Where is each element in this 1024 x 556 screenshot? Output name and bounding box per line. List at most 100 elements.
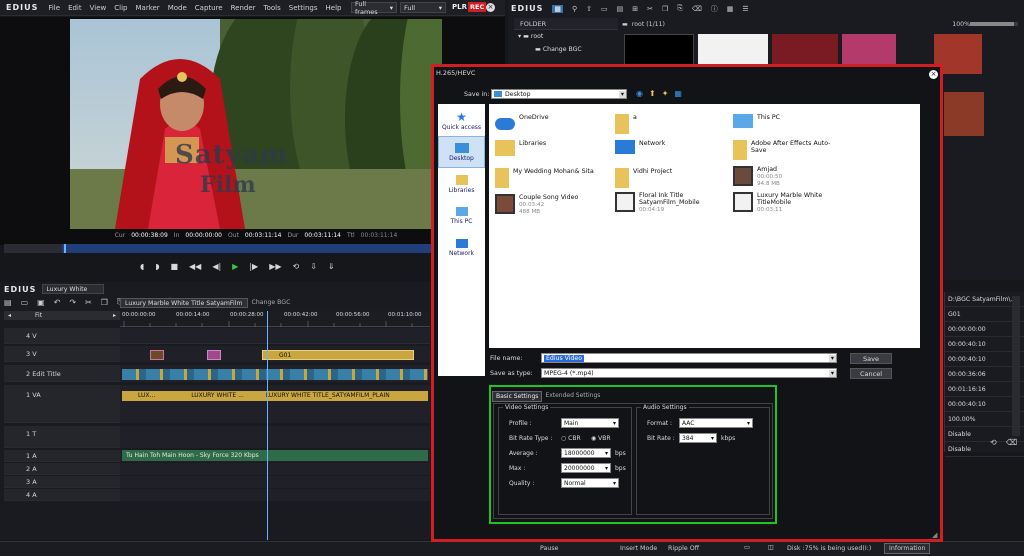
folder-change-bgc[interactable]: ▬ Change BGC <box>535 46 582 53</box>
scrubber-playhead[interactable] <box>64 244 66 253</box>
open-project-icon[interactable]: ▭ <box>21 298 29 307</box>
status-ripple[interactable]: Ripple Off <box>668 545 699 552</box>
new-folder-icon[interactable]: ▭ <box>601 5 608 13</box>
place-this-pc[interactable]: This PC <box>438 200 485 232</box>
quality-select[interactable]: Normal ▾ <box>561 478 619 488</box>
scrubber-bar[interactable] <box>4 244 432 253</box>
timeline-playhead[interactable] <box>267 311 268 540</box>
new-folder-icon[interactable]: ✦ <box>662 89 669 98</box>
file-after-effects[interactable]: Adobe After Effects Auto-Save <box>733 140 843 160</box>
tab-basic-settings[interactable]: Basic Settings <box>492 391 543 402</box>
properties-icon[interactable]: ⓘ <box>711 4 718 14</box>
paste-icon[interactable]: ⎘ <box>677 4 683 13</box>
file-amjad[interactable]: Amjad 00:00:50 94.8 MB <box>733 166 782 187</box>
zoom-select[interactable]: Full ▾ <box>400 2 446 13</box>
plr-label[interactable]: PLR <box>452 3 467 11</box>
folder-view-icon[interactable]: ▦ <box>552 4 563 13</box>
tab-sequence-2[interactable]: Change BGC <box>248 298 295 308</box>
file-floral-ink[interactable]: Floral Ink Title SatyamFilm_Mobile 00:04:… <box>615 192 725 213</box>
clip-audio[interactable]: Tu Hain Toh Main Hoon - Sky Force 320 Kb… <box>122 450 428 461</box>
place-desktop[interactable]: Desktop <box>438 136 485 168</box>
file-a[interactable]: a <box>615 114 637 134</box>
file-libraries[interactable]: Libraries <box>495 140 546 156</box>
delete-icon[interactable]: ⌫ <box>692 5 702 13</box>
place-libraries[interactable]: Libraries <box>438 168 485 200</box>
track-header-1a[interactable]: 1 A <box>4 450 120 462</box>
format-select[interactable]: AAC ▾ <box>679 418 753 428</box>
menu-render[interactable]: Render <box>231 4 256 12</box>
menu-view[interactable]: View <box>90 4 107 12</box>
overwrite-icon[interactable]: ⇓ <box>328 262 335 271</box>
menu-tools[interactable]: Tools <box>264 4 281 12</box>
track-header-1t[interactable]: 1 T <box>4 426 120 448</box>
stop-icon[interactable]: ■ <box>170 262 178 271</box>
cancel-button[interactable]: Cancel <box>850 368 892 379</box>
status-insert-mode[interactable]: Insert Mode <box>620 545 657 552</box>
file-luxury-marble[interactable]: Luxury Marble White TitleMobile 00:03:11 <box>733 192 843 213</box>
new-sequence-icon[interactable]: ▤ <box>4 298 12 307</box>
file-network[interactable]: Network <box>615 140 665 154</box>
information-button[interactable]: Information <box>884 543 931 554</box>
file-this-pc[interactable]: This PC <box>733 114 780 128</box>
clip-1va[interactable]: LUX... LUXURY WHITE ... LUXURY WHITE TIT… <box>122 391 428 401</box>
file-couple-song[interactable]: Couple Song Video 00:03:42 488 MB <box>495 194 578 215</box>
average-input[interactable]: 18000000 ▾ <box>561 448 611 458</box>
profile-select[interactable]: Main ▾ <box>561 418 619 428</box>
clip-title-strip[interactable] <box>122 369 428 380</box>
clip-3v-thumb[interactable] <box>150 350 164 360</box>
file-onedrive[interactable]: OneDrive <box>495 114 549 130</box>
list-view-icon[interactable]: ☰ <box>742 5 748 13</box>
insert-icon[interactable]: ⇩ <box>310 262 317 271</box>
clip-g01[interactable]: G01 <box>262 350 414 360</box>
clip-3v-thumb[interactable] <box>207 350 221 360</box>
track-header-4v[interactable]: 4 V <box>4 328 120 344</box>
menu-settings[interactable]: Settings <box>289 4 318 12</box>
max-input[interactable]: 20000000 ▾ <box>561 463 611 473</box>
back-icon[interactable]: ◉ <box>636 89 643 98</box>
up-folder-icon[interactable]: ⬆ <box>649 89 656 98</box>
timeline-ruler[interactable]: 00:00:00:00 00:00:14:00 00:00:28:00 00:0… <box>120 311 430 327</box>
menu-edit[interactable]: Edit <box>68 4 82 12</box>
redo-icon[interactable]: ↷ <box>69 298 76 307</box>
audio-bitrate-select[interactable]: 384 ▾ <box>679 433 717 443</box>
save-button[interactable]: Save <box>850 353 892 364</box>
mark-in-icon[interactable]: ◖ <box>140 262 144 271</box>
track-header-1va[interactable]: 1 VA <box>4 385 120 423</box>
save-type-select[interactable]: MPEG-4 (*.mp4) ▾ <box>541 368 837 378</box>
file-vidhi-project[interactable]: Vidhi Project <box>615 168 672 188</box>
menu-clip[interactable]: Clip <box>114 4 127 12</box>
track-header-2-edit-title[interactable]: 2 Edit Title <box>4 365 120 382</box>
up-folder-icon[interactable]: ⇧ <box>586 5 592 13</box>
loop-icon[interactable]: ⟲ <box>293 262 300 271</box>
copy-icon[interactable]: ❐ <box>662 5 668 13</box>
resize-grip-icon[interactable]: ◢ <box>932 531 937 539</box>
menu-file[interactable]: File <box>48 4 60 12</box>
track-header-4a[interactable]: 4 A <box>4 489 120 501</box>
stepper-icon[interactable]: ▾ <box>605 450 608 457</box>
place-network[interactable]: Network <box>438 232 485 264</box>
step-back-icon[interactable]: ◀| <box>212 262 221 271</box>
project-name[interactable]: Luxury White <box>42 284 105 294</box>
step-forward-icon[interactable]: |▶ <box>249 262 258 271</box>
rewind-icon[interactable]: ◀◀ <box>189 262 201 271</box>
save-in-select[interactable]: Desktop ▾ <box>491 89 627 99</box>
cbr-radio[interactable]: ○ CBR <box>561 435 581 442</box>
rec-label[interactable]: REC <box>468 2 487 12</box>
speaker-icon[interactable]: ◫ <box>768 544 774 551</box>
cut-icon[interactable]: ✂ <box>85 298 92 307</box>
search-icon[interactable]: ⚲ <box>572 5 577 13</box>
tab-extended-settings[interactable]: Extended Settings <box>542 391 603 402</box>
track-header-2a[interactable]: 2 A <box>4 463 120 475</box>
track-header-3v[interactable]: 3 V <box>4 346 120 362</box>
open-icon[interactable]: ▤ <box>617 5 624 13</box>
menu-help[interactable]: Help <box>326 4 342 12</box>
view-menu-icon[interactable]: ▦ <box>674 89 682 98</box>
folder-root[interactable]: ▾ ▬ root <box>518 33 543 40</box>
undo-icon[interactable]: ↶ <box>54 298 61 307</box>
stepper-icon[interactable]: ▾ <box>605 465 608 472</box>
cut-icon[interactable]: ✂ <box>647 5 653 13</box>
close-icon[interactable]: × <box>486 3 495 12</box>
add-clip-icon[interactable]: ⊞ <box>632 5 638 13</box>
copy-icon[interactable]: ❐ <box>101 298 108 307</box>
mark-out-icon[interactable]: ◗ <box>155 262 159 271</box>
